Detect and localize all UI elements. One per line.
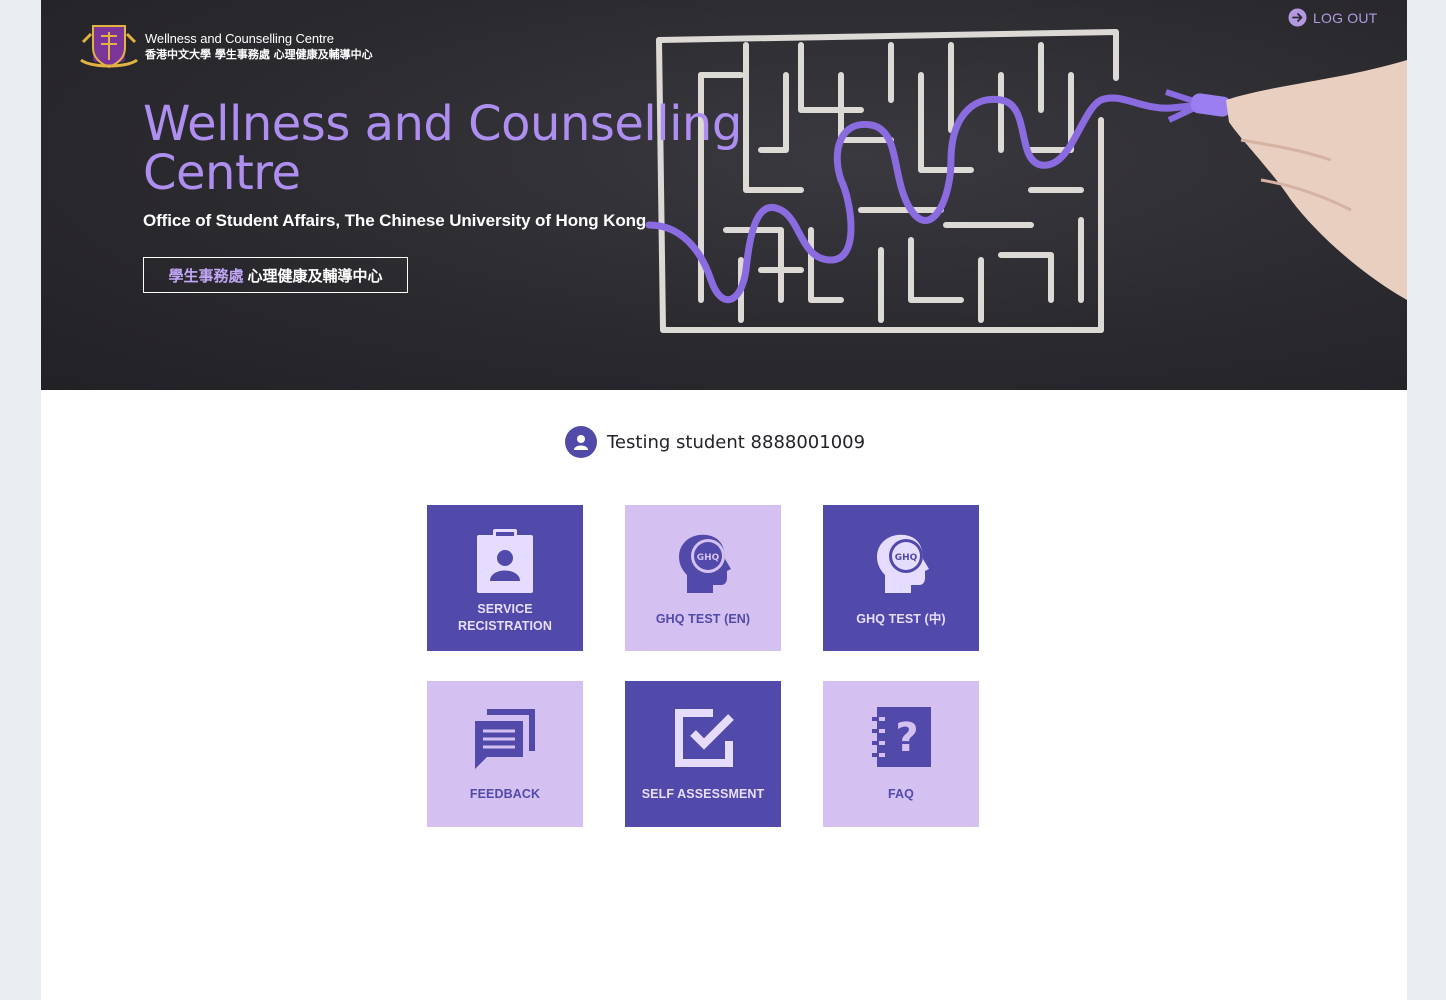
user-name: Testing student 8888001009: [607, 431, 866, 453]
tile-label: SELF ASSESSMENT: [641, 787, 765, 801]
brand-header[interactable]: Wellness and Counselling Centre 香港中文大學 學…: [79, 22, 373, 70]
logout-icon: [1288, 8, 1307, 27]
hero-chinese-label: 學生事務處 心理健康及輔導中心: [143, 257, 408, 293]
ghq-icon-text: GHQ: [697, 553, 720, 563]
ghq-head-icon: GHQ: [679, 534, 731, 593]
question-notebook-icon: ?: [871, 707, 931, 767]
logout-label: LOG OUT: [1313, 9, 1378, 26]
tile-label-line2: RECISTRATION: [457, 619, 553, 633]
checkbox-icon: [675, 709, 734, 767]
clipboard-person-icon: [477, 529, 533, 593]
logout-button[interactable]: LOG OUT: [1288, 8, 1377, 27]
svg-text:?: ?: [895, 715, 918, 761]
page: Wellness and Counselling Centre 香港中文大學 學…: [41, 0, 1407, 1000]
faq-tile[interactable]: ? FAQ: [823, 681, 979, 827]
user-info: Testing student 8888001009: [565, 426, 865, 458]
university-crest-icon: [80, 25, 138, 69]
brand-name-en: Wellness and Counselling Centre: [145, 30, 334, 46]
zh-label-osa: 學生事務處: [168, 266, 244, 285]
tile-label: GHQ TEST (中): [856, 612, 946, 626]
tile-label: FAQ: [888, 787, 914, 801]
ghq-icon-text: GHQ: [895, 553, 918, 563]
self-assessment-tile[interactable]: SELF ASSESSMENT: [625, 681, 781, 827]
feedback-tile[interactable]: FEEDBACK: [427, 681, 583, 827]
tile-label-line1: SERVICE: [477, 602, 533, 616]
ghq-test-zh-tile[interactable]: GHQ GHQ TEST (中): [823, 505, 979, 651]
ghq-test-en-tile[interactable]: GHQ GHQ TEST (EN): [625, 505, 781, 651]
tile-label: SERVICE RECISTRATION: [427, 601, 583, 635]
tile-label: FEEDBACK: [469, 787, 541, 801]
user-avatar-icon: [565, 426, 597, 458]
hero-banner: Wellness and Counselling Centre 香港中文大學 學…: [41, 0, 1407, 390]
brand-name-zh: 香港中文大學 學生事務處 心理健康及輔導中心: [145, 47, 373, 61]
service-registration-tile[interactable]: SERVICE RECISTRATION: [427, 505, 583, 651]
hero-subtitle: Office of Student Affairs, The Chinese U…: [143, 211, 647, 230]
hero-title: Wellness and Counselling Centre: [143, 96, 742, 201]
ghq-head-icon: GHQ: [877, 534, 929, 593]
chat-bubbles-icon: [475, 709, 535, 769]
zh-label-wcc: 心理健康及輔導中心: [247, 266, 383, 285]
tile-label: GHQ TEST (EN): [655, 612, 751, 626]
